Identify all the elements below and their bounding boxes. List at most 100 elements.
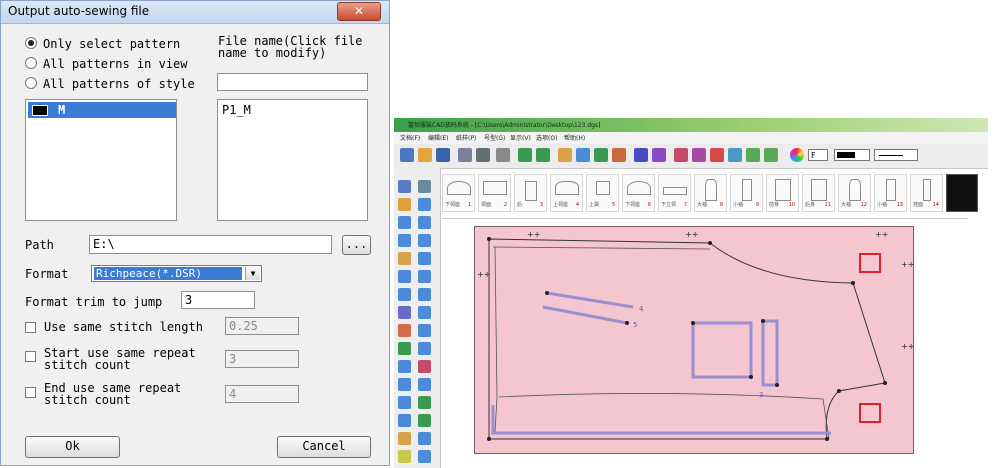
menu-item-help[interactable]: 帮助(H) <box>564 133 585 142</box>
close-icon[interactable]: ✕ <box>337 2 381 21</box>
menu-item-pattern[interactable]: 纸样(P) <box>456 133 476 142</box>
pattern-listbox[interactable]: M <box>25 99 177 221</box>
start-repeat-input[interactable]: 3 <box>225 350 299 368</box>
pattern-thumbnail[interactable]: 小袖 13 <box>874 174 907 212</box>
menu-item-view[interactable]: 显示(V) <box>510 133 531 142</box>
pattern-thumbnail[interactable]: 前身 10 <box>766 174 799 212</box>
pattern-thumbnail[interactable]: 后身 11 <box>802 174 835 212</box>
pattern-thumbnail[interactable]: 上领座 4 <box>550 174 583 212</box>
measure-icon[interactable] <box>634 148 648 162</box>
bucket-icon[interactable] <box>418 252 431 265</box>
print-icon[interactable] <box>496 148 510 162</box>
pattern-thumbnail[interactable]: 后3 <box>514 174 547 212</box>
pattern-thumbnail[interactable]: 领面 2 <box>478 174 511 212</box>
redo-icon[interactable] <box>536 148 550 162</box>
radio-all-patterns-of-style[interactable]: All patterns of style <box>25 77 195 95</box>
line-type-field[interactable]: F <box>808 149 828 161</box>
active-pattern-thumbnail[interactable] <box>946 174 978 212</box>
pattern-icon[interactable] <box>674 148 688 162</box>
pattern-thumbnail[interactable]: 下领座 1 <box>442 174 475 212</box>
zoom-tool-icon[interactable] <box>418 414 431 427</box>
export-icon[interactable] <box>418 432 431 445</box>
use-same-stitch-checkbox[interactable] <box>25 322 36 333</box>
ok-button[interactable]: Ok <box>25 436 120 458</box>
rectangle-icon[interactable] <box>418 198 431 211</box>
rotate-icon[interactable] <box>418 378 431 391</box>
box-icon[interactable] <box>418 342 431 355</box>
color-wheel-icon[interactable] <box>790 148 804 162</box>
file-name-input[interactable] <box>217 73 368 91</box>
person-icon[interactable] <box>398 288 411 301</box>
end-repeat-input[interactable]: 4 <box>225 385 299 403</box>
menu-item-size[interactable]: 号型(G) <box>484 133 505 142</box>
pattern-thumbnail[interactable]: 小袖 9 <box>730 174 763 212</box>
flip-icon[interactable] <box>710 148 724 162</box>
panel-icon[interactable] <box>398 378 411 391</box>
pattern-thumbnail[interactable]: 大袖 12 <box>838 174 871 212</box>
radio-only-select-pattern[interactable]: Only select pattern <box>25 37 180 55</box>
start-point-marker[interactable] <box>859 253 881 273</box>
notch-icon[interactable] <box>398 342 411 355</box>
pattern-thumbnail[interactable]: 下领座 6 <box>622 174 655 212</box>
path-input[interactable]: E:\ <box>89 235 332 254</box>
curve-icon[interactable] <box>418 216 431 229</box>
layer-icon[interactable] <box>728 148 742 162</box>
mirror-icon[interactable] <box>398 360 411 373</box>
format-trim-input[interactable]: 3 <box>181 291 255 309</box>
pattern-thumbnail[interactable]: 下立领 7 <box>658 174 691 212</box>
radio-all-patterns-in-view[interactable]: All patterns in view <box>25 57 188 75</box>
file-list-item[interactable]: P1_M <box>222 103 251 117</box>
color-select[interactable] <box>834 149 870 161</box>
cut-icon[interactable] <box>764 148 778 162</box>
stretch-icon[interactable] <box>418 270 431 283</box>
open-folder-icon[interactable] <box>418 148 432 162</box>
menu-item-edit[interactable]: 编辑(E) <box>428 133 448 142</box>
stitch-length-input[interactable]: 0.25 <box>225 317 299 335</box>
pattern-thumbnail[interactable]: 大袖 8 <box>694 174 727 212</box>
magnet-icon[interactable] <box>652 148 666 162</box>
file-name-listbox[interactable]: P1_M <box>217 99 368 221</box>
scissors-icon[interactable] <box>398 306 411 319</box>
column-icon[interactable] <box>418 234 431 247</box>
select-arrow-icon[interactable] <box>398 180 411 193</box>
shirt-icon[interactable] <box>594 148 608 162</box>
target-icon[interactable] <box>418 288 431 301</box>
pattern-canvas[interactable]: ++ ++ ++ ++ ++ ++ 4 5 3 <box>474 226 914 454</box>
undo-icon[interactable] <box>518 148 532 162</box>
ruler-tool-icon[interactable] <box>398 270 411 283</box>
pattern-list-item-m[interactable]: M <box>28 102 176 118</box>
start-repeat-checkbox[interactable] <box>25 351 36 362</box>
menu-item-file[interactable]: 文档(F) <box>400 133 420 142</box>
needle-icon[interactable] <box>398 324 411 337</box>
fold-icon[interactable] <box>418 324 431 337</box>
browse-button[interactable]: ... <box>342 235 371 255</box>
pattern-thumbnail[interactable]: 挂面 14 <box>910 174 943 212</box>
star-icon[interactable] <box>398 252 411 265</box>
sew-tool-icon[interactable] <box>418 450 431 463</box>
hand-icon[interactable] <box>398 432 411 445</box>
line-style-select[interactable] <box>874 149 918 161</box>
new-file-icon[interactable] <box>400 148 414 162</box>
cancel-button[interactable]: Cancel <box>277 436 371 458</box>
grade-tool-icon[interactable] <box>398 450 411 463</box>
adjust-icon[interactable] <box>418 180 431 193</box>
text-tool-icon[interactable] <box>398 396 411 409</box>
menu-item-options[interactable]: 选项(O) <box>536 133 557 142</box>
pleat-icon[interactable] <box>418 360 431 373</box>
corner-icon[interactable] <box>398 234 411 247</box>
dart-icon[interactable] <box>418 306 431 319</box>
ruler-icon[interactable] <box>558 148 572 162</box>
pattern-thumbnail[interactable]: 上袋 5 <box>586 174 619 212</box>
camera-icon[interactable] <box>476 148 490 162</box>
save-icon[interactable] <box>436 148 450 162</box>
grid-icon[interactable] <box>576 148 590 162</box>
pencil-icon[interactable] <box>398 198 411 211</box>
grade-icon[interactable] <box>692 148 706 162</box>
pen-icon[interactable] <box>458 148 472 162</box>
stack-icon[interactable] <box>746 148 760 162</box>
grid-tool-icon[interactable] <box>398 216 411 229</box>
button-tool-icon[interactable] <box>418 396 431 409</box>
paint-icon[interactable] <box>612 148 626 162</box>
format-select[interactable]: Richpeace(*.DSR) ▼ <box>91 265 262 282</box>
end-point-marker[interactable] <box>859 403 881 423</box>
